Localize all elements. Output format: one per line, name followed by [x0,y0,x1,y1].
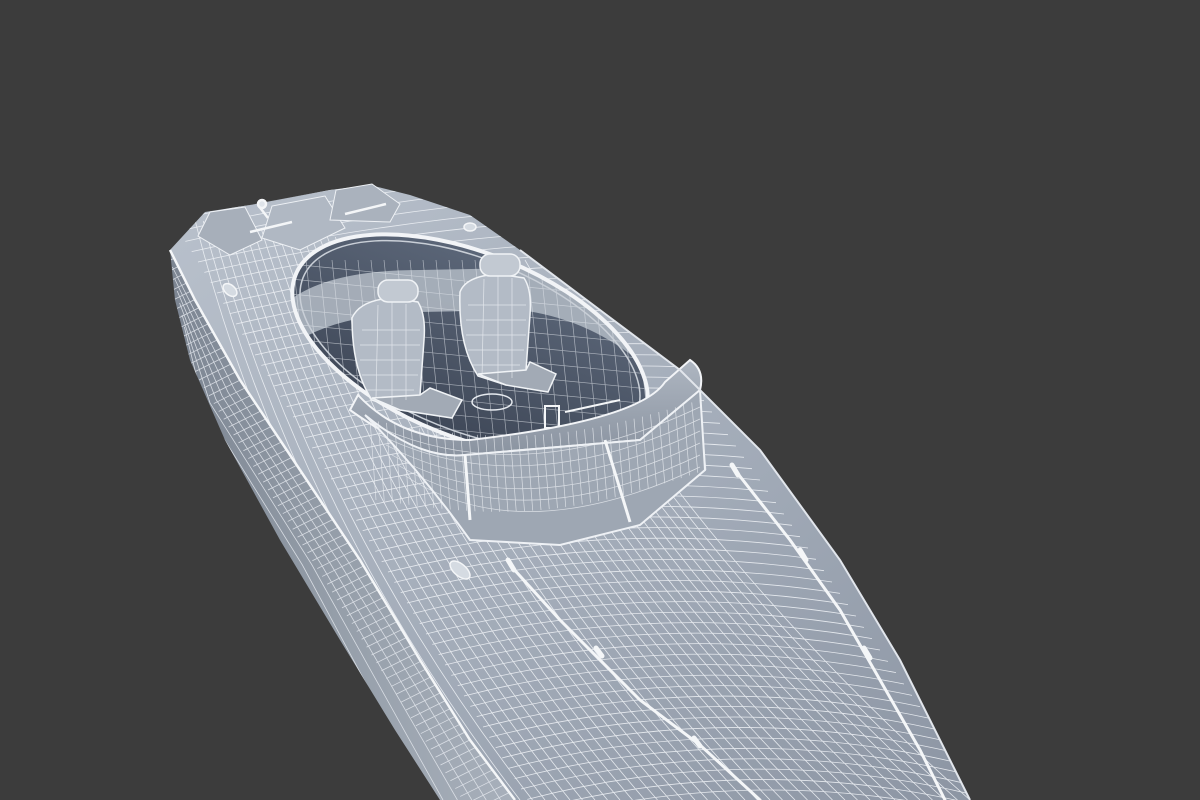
boat-wireframe-image [168,183,971,800]
render-viewport [0,0,1200,800]
